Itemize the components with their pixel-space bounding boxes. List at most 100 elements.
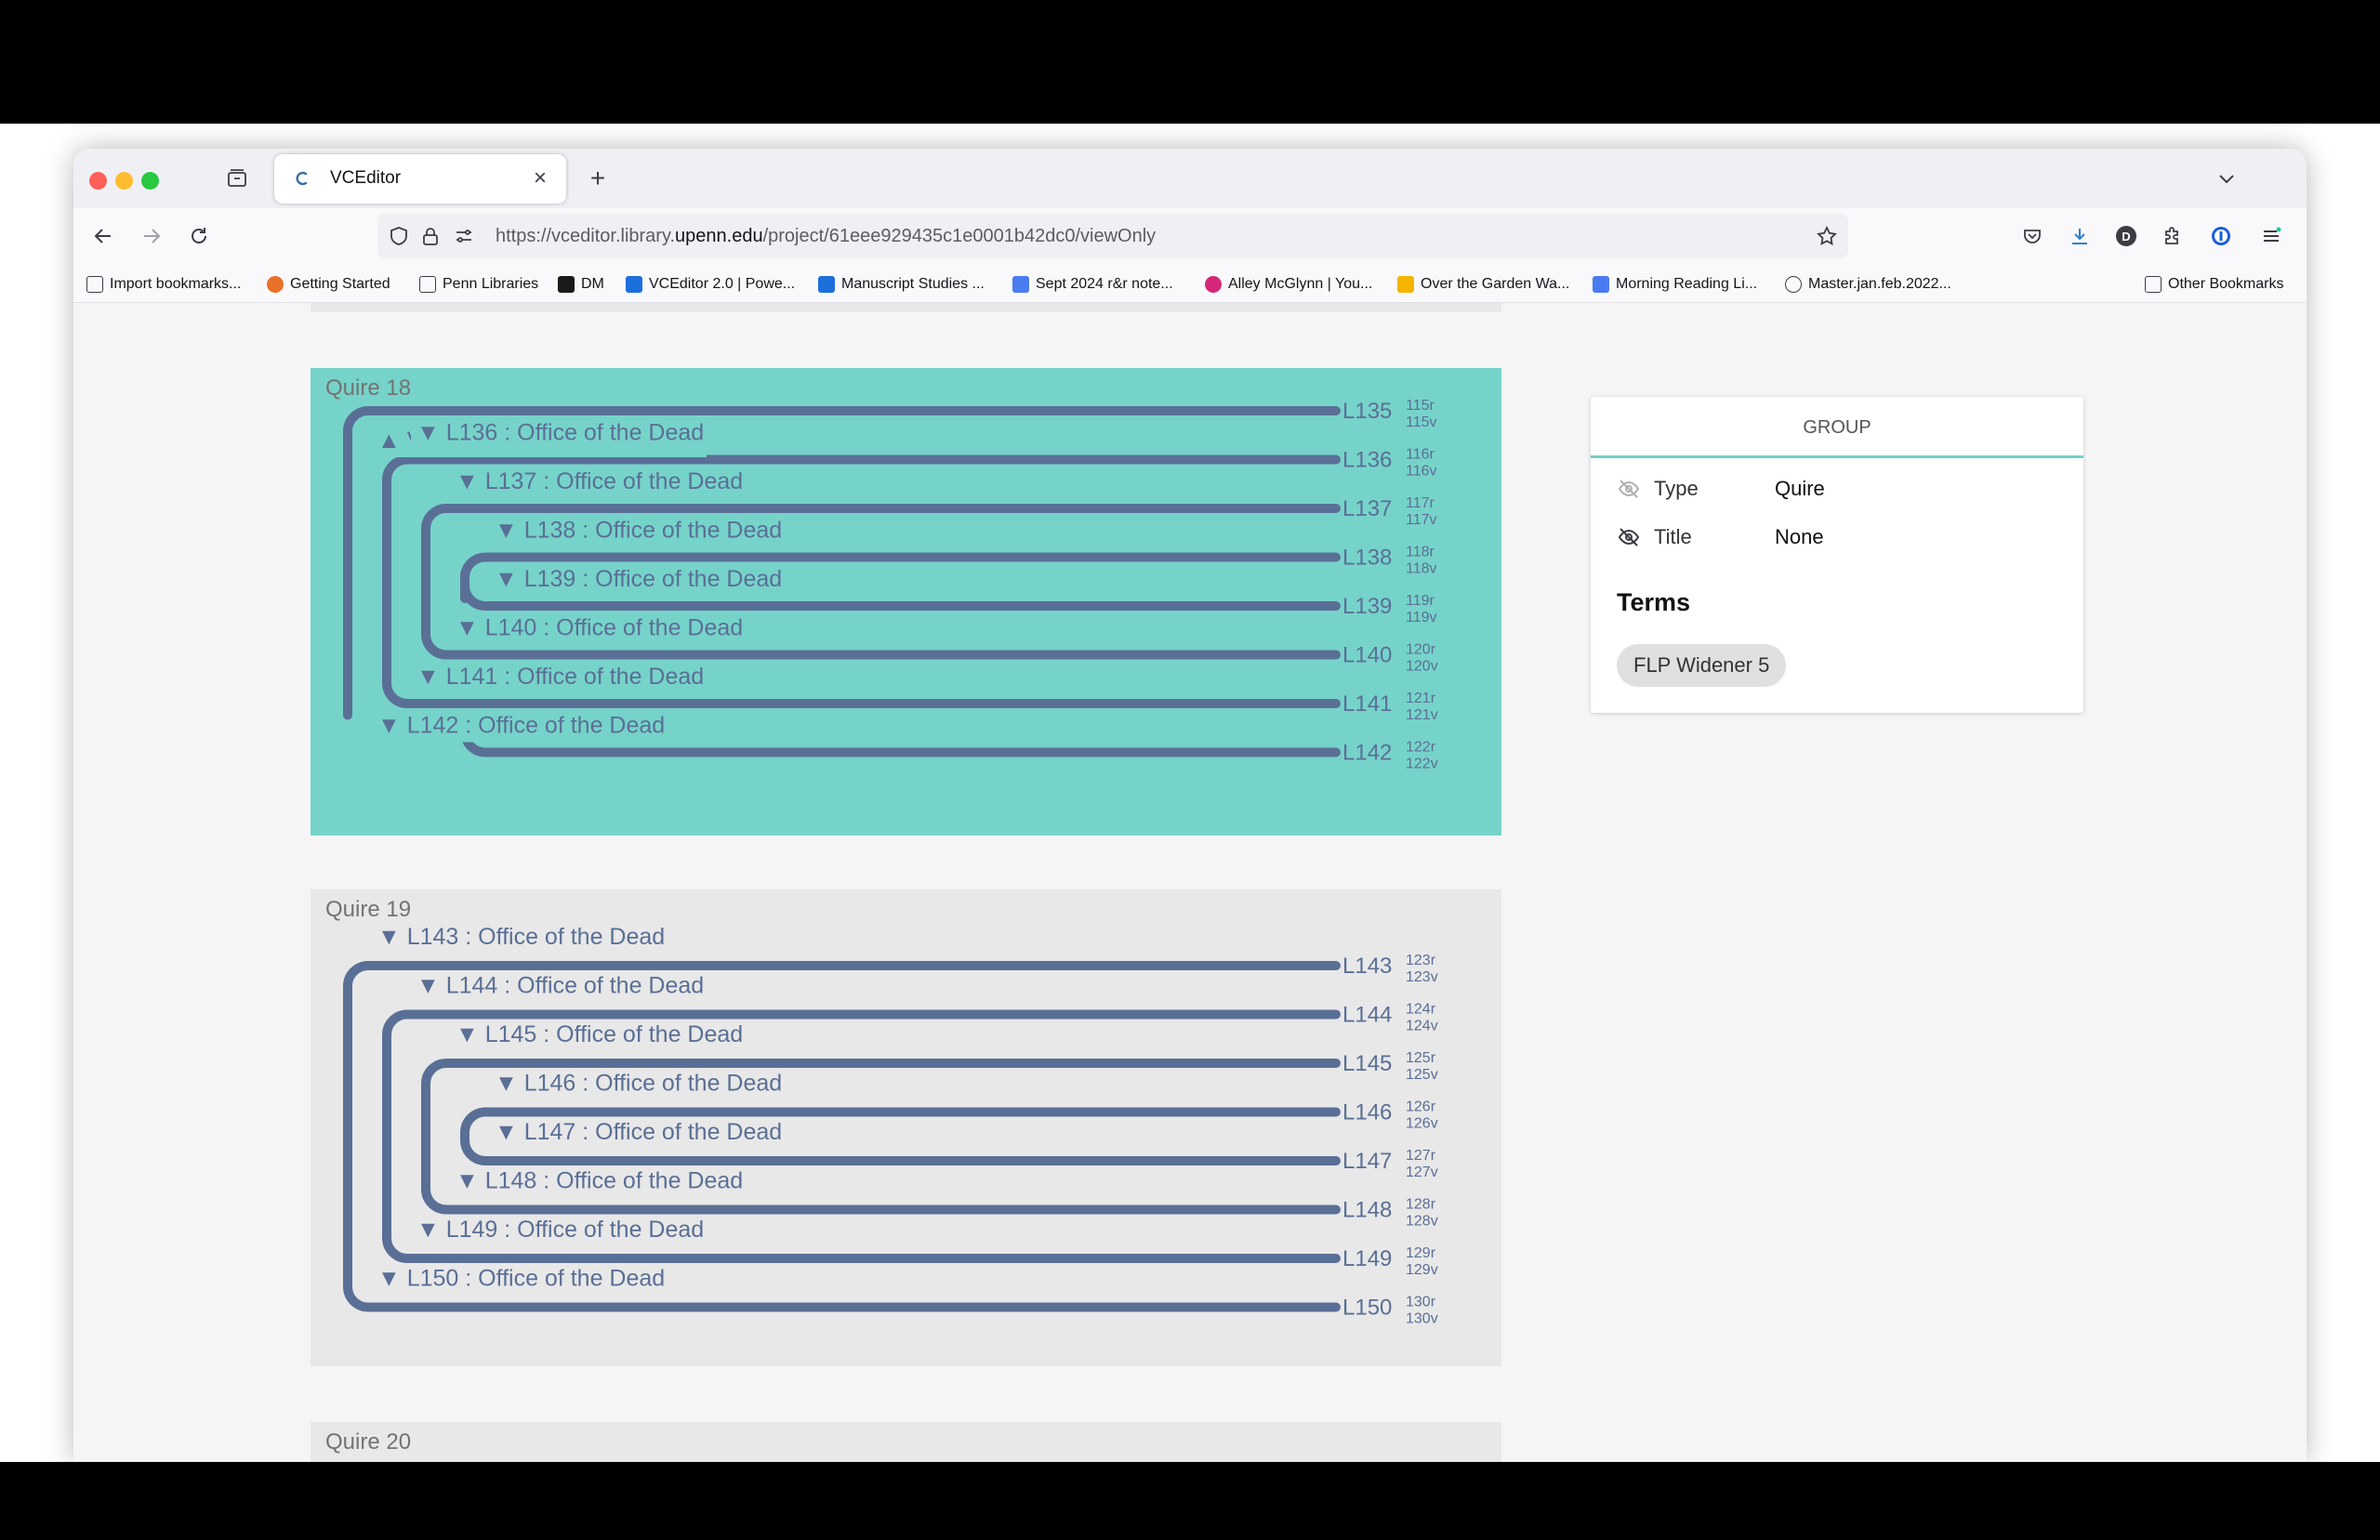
new-tab-button[interactable]: + <box>581 162 615 195</box>
eye-off-icon[interactable] <box>1617 525 1641 549</box>
verso-folio-label: 115v <box>1406 415 1437 430</box>
bookmark-label: Alley McGlynn | You... <box>1228 276 1373 292</box>
title-label: Title <box>1654 525 1692 548</box>
recto-folio-label: 126r <box>1406 1099 1436 1115</box>
globe-icon <box>1785 276 1802 293</box>
page-content: Quire 18 L135 115r 115v L136 116r 116v L137 117… <box>73 303 2307 1462</box>
recto-folio-label: 125r <box>1406 1050 1436 1066</box>
leaf-tree-item[interactable]: ▼ L146 : Office of the Dead <box>495 1071 782 1097</box>
recto-folio-label: 129r <box>1406 1245 1436 1261</box>
verso-folio-label: 127v <box>1406 1165 1438 1180</box>
recto-folio-label: 121r <box>1406 691 1436 706</box>
leaf-tree-item[interactable]: ▼ L138 : Office of the Dead <box>495 518 782 544</box>
leaf-tree-item[interactable]: ▼ L136 : Office of the Dead <box>416 420 704 446</box>
bookmark-star-icon[interactable] <box>1813 222 1841 250</box>
leaf-label: L150 <box>1342 1296 1392 1321</box>
tab-overview-icon[interactable] <box>222 164 252 193</box>
leaf-label: L147 <box>1342 1149 1392 1174</box>
bookmark-item[interactable]: Morning Reading Li... <box>1593 273 1757 296</box>
bookmark-label: Morning Reading Li... <box>1616 276 1758 292</box>
verso-folio-label: 123v <box>1406 969 1438 985</box>
type-label: Type <box>1654 477 1699 500</box>
quire-19-group[interactable]: Quire 19 L143 123r 123v L144 124r 124v L145 125… <box>311 889 1501 1366</box>
url-text: https://vceditor.library.upenn.edu/proje… <box>496 226 1157 246</box>
close-tab-icon[interactable]: × <box>523 162 557 195</box>
leaf-tree-item[interactable]: ▼ L150 : Office of the Dead <box>377 1266 665 1292</box>
recto-folio-label: 122r <box>1406 740 1436 756</box>
terms-heading: Terms <box>1617 588 1691 616</box>
recto-folio-label: 115r <box>1406 398 1435 414</box>
leaf-tree-item[interactable]: ▼ L149 : Office of the Dead <box>416 1217 704 1243</box>
leaf-tree-item[interactable]: ▼ L148 : Office of the Dead <box>456 1168 743 1194</box>
leaf-label: L144 <box>1342 1003 1392 1028</box>
minimize-window-button[interactable] <box>115 172 133 190</box>
reload-icon[interactable] <box>182 219 216 253</box>
import-icon <box>86 276 103 293</box>
password-manager-icon[interactable] <box>2204 219 2238 253</box>
bookmark-item[interactable]: VCEditor 2.0 | Powe... <box>626 273 795 296</box>
leaf-tree-item[interactable]: ▼ L140 : Office of the Dead <box>456 615 743 641</box>
leaf-label: L138 <box>1342 546 1392 571</box>
bookmark-item[interactable]: Over the Garden Wa... <box>1397 273 1569 296</box>
bookmark-item[interactable]: Alley McGlynn | You... <box>1205 273 1372 296</box>
bookmark-label: VCEditor 2.0 | Powe... <box>649 276 796 292</box>
leaf-tree-item[interactable]: ▼ L142 : Office of the Dead <box>377 713 665 739</box>
tab-vceditor[interactable]: VCEditor × <box>274 154 566 204</box>
address-bar[interactable]: https://vceditor.library.upenn.edu/proje… <box>377 214 1848 258</box>
quire-18-group[interactable]: Quire 18 L135 115r 115v L136 116r 116v L137 117… <box>311 368 1501 836</box>
lock-icon[interactable] <box>416 222 444 250</box>
pocket-icon[interactable] <box>2016 219 2049 253</box>
list-tabs-icon[interactable] <box>2210 162 2243 195</box>
quire-20-group[interactable]: Quire 20 <box>311 1422 1501 1462</box>
leaf-label: L139 <box>1342 594 1392 619</box>
bookmark-item[interactable]: Master.jan.feb.2022... <box>1785 273 1951 296</box>
close-window-button[interactable] <box>89 172 107 190</box>
leaf-label: L141 <box>1342 691 1392 717</box>
leaf-label: L145 <box>1342 1051 1392 1076</box>
leaf-label: L137 <box>1342 496 1392 521</box>
bookmark-label: DM <box>581 276 604 292</box>
bookmark-label: Import bookmarks... <box>110 276 242 292</box>
downloads-icon[interactable] <box>2063 219 2096 253</box>
leaf-tree-item[interactable]: ▼ L144 : Office of the Dead <box>416 973 704 999</box>
menu-icon[interactable] <box>2254 219 2288 253</box>
shield-icon[interactable] <box>385 222 413 250</box>
bookmarks-toolbar: Import bookmarks... Getting Started Penn L… <box>73 264 2307 303</box>
maximize-window-button[interactable] <box>141 172 159 190</box>
previous-quire-edge <box>311 303 1501 312</box>
back-icon[interactable] <box>86 219 120 253</box>
bookmark-item[interactable]: DM <box>558 273 604 296</box>
leaf-tree-item[interactable]: ▼ L143 : Office of the Dead <box>377 924 665 950</box>
quire-title: Quire 20 <box>325 1429 412 1454</box>
verso-folio-label: 126v <box>1406 1116 1438 1132</box>
leaf-tree-item[interactable]: ▼ L137 : Office of the Dead <box>456 468 743 494</box>
firefox-icon <box>267 276 284 293</box>
bookmark-item[interactable]: Penn Libraries <box>419 273 538 296</box>
bookmark-item[interactable]: Getting Started <box>267 273 390 296</box>
bookmark-item[interactable]: Manuscript Studies ... <box>818 273 985 296</box>
eye-off-icon[interactable] <box>1617 477 1641 501</box>
account-avatar-icon[interactable]: D <box>2109 219 2143 253</box>
leaf-tree-item[interactable]: ▼ L139 : Office of the Dead <box>495 566 782 592</box>
verso-folio-label: 128v <box>1406 1214 1438 1230</box>
recto-folio-label: 128r <box>1406 1197 1436 1213</box>
bookmark-label: Over the Garden Wa... <box>1421 276 1570 292</box>
extensions-icon[interactable] <box>2156 219 2189 253</box>
verso-folio-label: 116v <box>1406 464 1437 480</box>
bookmark-item[interactable]: Import bookmarks... <box>86 273 241 296</box>
quire-19-diagram: L143 123r123v L144 124r124v L145 125r125v L146… <box>343 922 1438 1327</box>
permissions-icon[interactable] <box>450 222 478 250</box>
leaf-tree-item[interactable]: ▼ L145 : Office of the Dead <box>456 1021 743 1047</box>
docs-icon <box>1012 276 1029 293</box>
forward-icon[interactable] <box>135 219 168 253</box>
bookmark-item[interactable]: Sept 2024 r&r note... <box>1012 273 1173 296</box>
term-chip[interactable]: FLP Widener 5 <box>1617 644 1787 687</box>
other-bookmarks[interactable]: Other Bookmarks <box>2145 273 2283 296</box>
leaf-tree-item[interactable]: ▼ L141 : Office of the Dead <box>416 664 704 690</box>
leaf-label: L140 <box>1342 643 1392 668</box>
verso-folio-label: 122v <box>1406 757 1438 772</box>
leaf-tree-item[interactable]: ▼ L147 : Office of the Dead <box>495 1119 782 1145</box>
folder-icon <box>2145 276 2162 293</box>
leaf-label: L149 <box>1342 1246 1392 1271</box>
other-bookmarks-label: Other Bookmarks <box>2168 276 2284 292</box>
